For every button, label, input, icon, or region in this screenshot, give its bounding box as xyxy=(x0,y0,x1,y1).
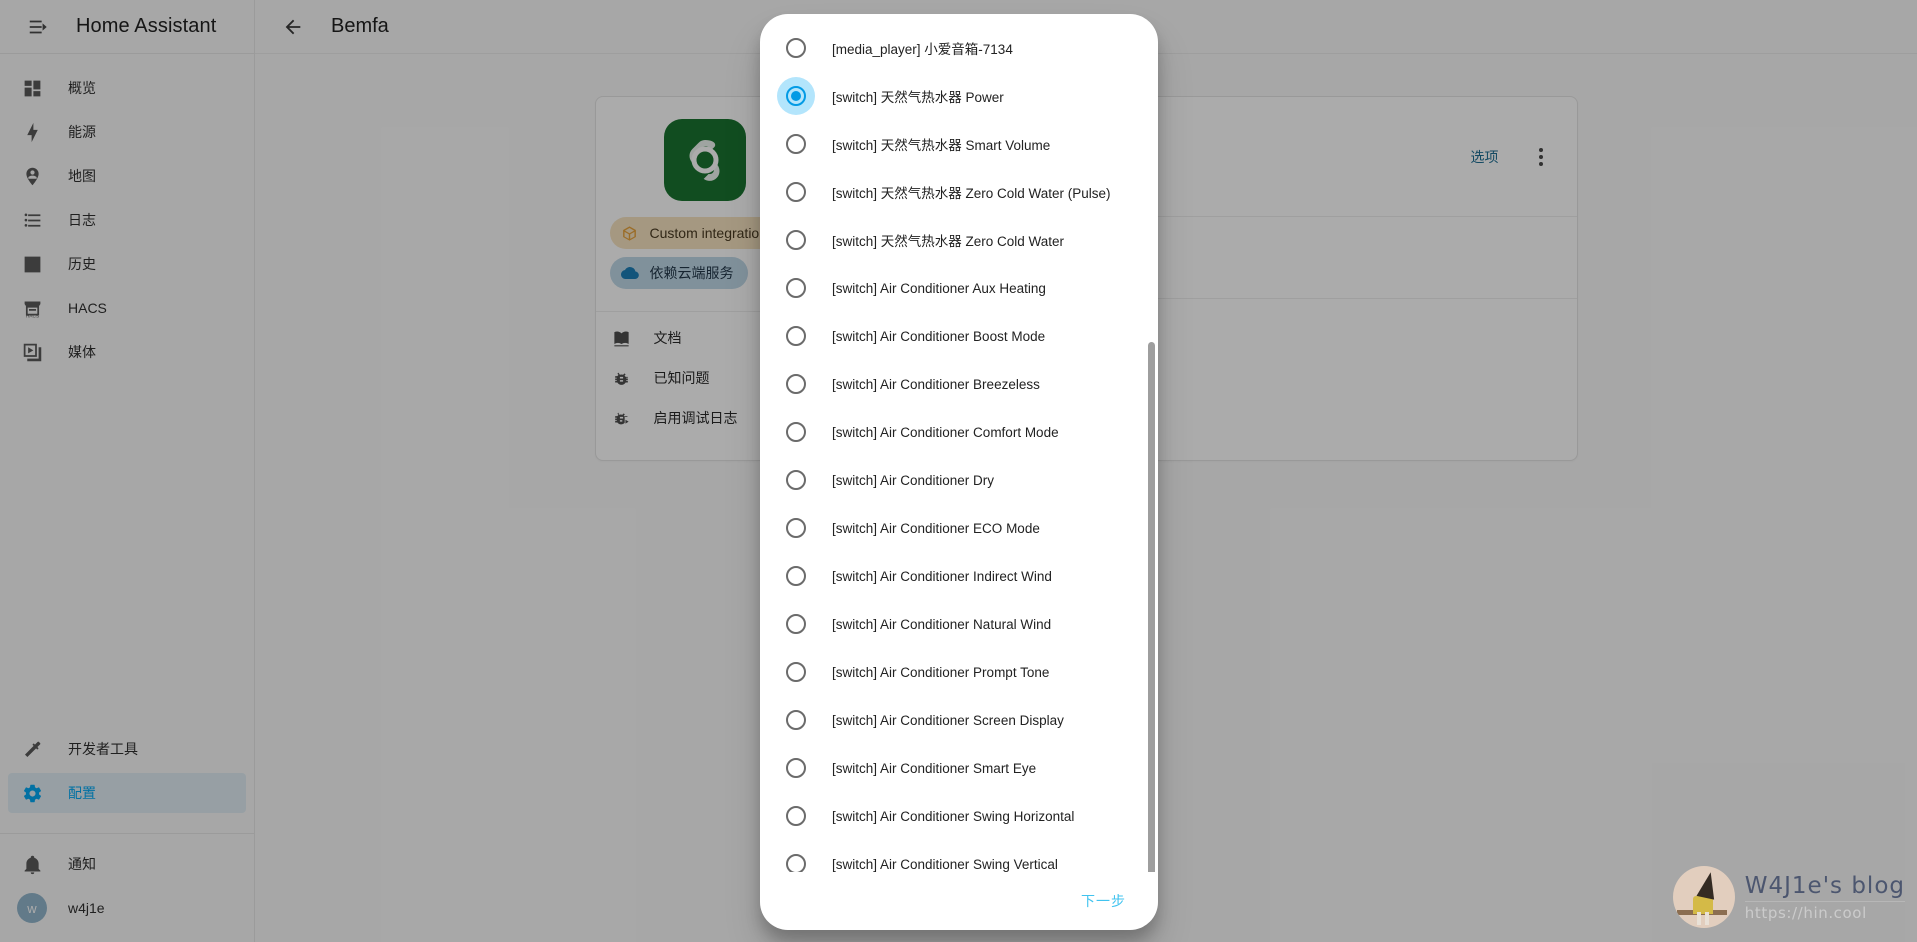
radio-option-label: [switch] Air Conditioner Smart Eye xyxy=(832,760,1037,776)
radio-button-icon[interactable] xyxy=(786,38,806,58)
watermark-text: W4J1e's blog https://hin.cool xyxy=(1744,872,1905,922)
radio-button-icon[interactable] xyxy=(786,614,806,634)
radio-option-row[interactable]: [switch] Air Conditioner Comfort Mode xyxy=(760,408,1158,456)
radio-option-label: [switch] Air Conditioner Swing Vertical xyxy=(832,856,1058,872)
radio-button-icon[interactable] xyxy=(786,710,806,730)
radio-option-label: [switch] Air Conditioner Dry xyxy=(832,472,995,488)
radio-button-icon[interactable] xyxy=(786,422,806,442)
radio-option-row[interactable]: [switch] Air Conditioner Natural Wind xyxy=(760,600,1158,648)
radio-option-row[interactable]: [switch] Air Conditioner Dry xyxy=(760,456,1158,504)
app-root: Home Assistant 概览 能源 地图 日志 历史 HACS HACS … xyxy=(0,0,1917,942)
radio-option-label: [switch] Air Conditioner Breezeless xyxy=(832,376,1040,392)
radio-option-row[interactable]: [switch] Air Conditioner Indirect Wind xyxy=(760,552,1158,600)
radio-button-icon[interactable] xyxy=(786,806,806,826)
radio-button-icon[interactable] xyxy=(786,278,806,298)
radio-option-row[interactable]: [switch] Air Conditioner Smart Eye xyxy=(760,744,1158,792)
radio-button-icon[interactable] xyxy=(777,77,815,115)
radio-option-label: [switch] Air Conditioner Comfort Mode xyxy=(832,424,1059,440)
dialog-actions: 下一步 xyxy=(760,872,1158,930)
radio-button-icon[interactable] xyxy=(786,566,806,586)
radio-option-row[interactable]: [switch] Air Conditioner Swing Vertical xyxy=(760,840,1158,872)
radio-option-row[interactable]: [switch] Air Conditioner Boost Mode xyxy=(760,312,1158,360)
radio-option-row[interactable]: [switch] Air Conditioner Breezeless xyxy=(760,360,1158,408)
radio-option-row[interactable]: [switch] Air Conditioner ECO Mode xyxy=(760,504,1158,552)
watermark-title: W4J1e's blog xyxy=(1744,872,1905,899)
radio-option-label: [switch] Air Conditioner Indirect Wind xyxy=(832,568,1052,584)
radio-option-label: [switch] 天然气热水器 Zero Cold Water (Pulse) xyxy=(832,186,1111,201)
radio-option-label: [switch] Air Conditioner Natural Wind xyxy=(832,616,1052,632)
watermark-divider xyxy=(1744,900,1905,902)
radio-option-row[interactable]: [switch] Air Conditioner Aux Heating xyxy=(760,264,1158,312)
radio-button-icon[interactable] xyxy=(786,182,806,202)
radio-option-row[interactable]: [switch] Air Conditioner Prompt Tone xyxy=(760,648,1158,696)
radio-option-row[interactable]: [switch] 天然气热水器 Smart Volume xyxy=(760,120,1158,168)
radio-button-icon[interactable] xyxy=(786,854,806,872)
dialog-scrollbar-thumb[interactable] xyxy=(1148,342,1155,872)
radio-option-row[interactable]: [switch] Air Conditioner Screen Display xyxy=(760,696,1158,744)
next-button[interactable]: 下一步 xyxy=(1071,883,1136,919)
radio-option-label: [switch] Air Conditioner Aux Heating xyxy=(832,280,1046,296)
radio-option-row[interactable]: [switch] 天然气热水器 Zero Cold Water (Pulse) xyxy=(760,168,1158,216)
radio-option-row[interactable]: [switch] Air Conditioner Swing Horizonta… xyxy=(760,792,1158,840)
radio-option-label: [switch] 天然气热水器 Power xyxy=(832,90,1004,105)
radio-button-icon[interactable] xyxy=(786,326,806,346)
radio-button-icon[interactable] xyxy=(786,230,806,250)
radio-option-label: [media_player] 小爱音箱-7134 xyxy=(832,42,1013,57)
radio-button-icon[interactable] xyxy=(786,134,806,154)
radio-button-icon[interactable] xyxy=(786,662,806,682)
radio-option-row[interactable]: [media_player] 小爱音箱-7134 xyxy=(760,24,1158,72)
radio-option-label: [switch] Air Conditioner Screen Display xyxy=(832,712,1064,728)
radio-button-icon[interactable] xyxy=(786,470,806,490)
watermark: W4J1e's blog https://hin.cool xyxy=(1672,866,1905,928)
radio-option-list[interactable]: [media_player] 小爱音箱-7134 [switch] 天然气热水器… xyxy=(760,14,1158,872)
entity-picker-dialog: [media_player] 小爱音箱-7134 [switch] 天然气热水器… xyxy=(760,14,1158,930)
radio-option-row[interactable]: [switch] 天然气热水器 Power xyxy=(760,72,1158,120)
watermark-avatar-icon xyxy=(1672,866,1735,928)
radio-button-icon[interactable] xyxy=(786,374,806,394)
watermark-url: https://hin.cool xyxy=(1744,903,1867,922)
radio-button-icon[interactable] xyxy=(786,758,806,778)
radio-option-label: [switch] 天然气热水器 Smart Volume xyxy=(832,138,1051,153)
radio-option-label: [switch] 天然气热水器 Zero Cold Water xyxy=(832,234,1065,249)
radio-button-icon[interactable] xyxy=(786,518,806,538)
radio-option-label: [switch] Air Conditioner ECO Mode xyxy=(832,520,1040,536)
radio-option-label: [switch] Air Conditioner Prompt Tone xyxy=(832,664,1050,680)
radio-option-label: [switch] Air Conditioner Swing Horizonta… xyxy=(832,808,1075,824)
radio-option-row[interactable]: [switch] 天然气热水器 Zero Cold Water xyxy=(760,216,1158,264)
radio-option-label: [switch] Air Conditioner Boost Mode xyxy=(832,328,1046,344)
